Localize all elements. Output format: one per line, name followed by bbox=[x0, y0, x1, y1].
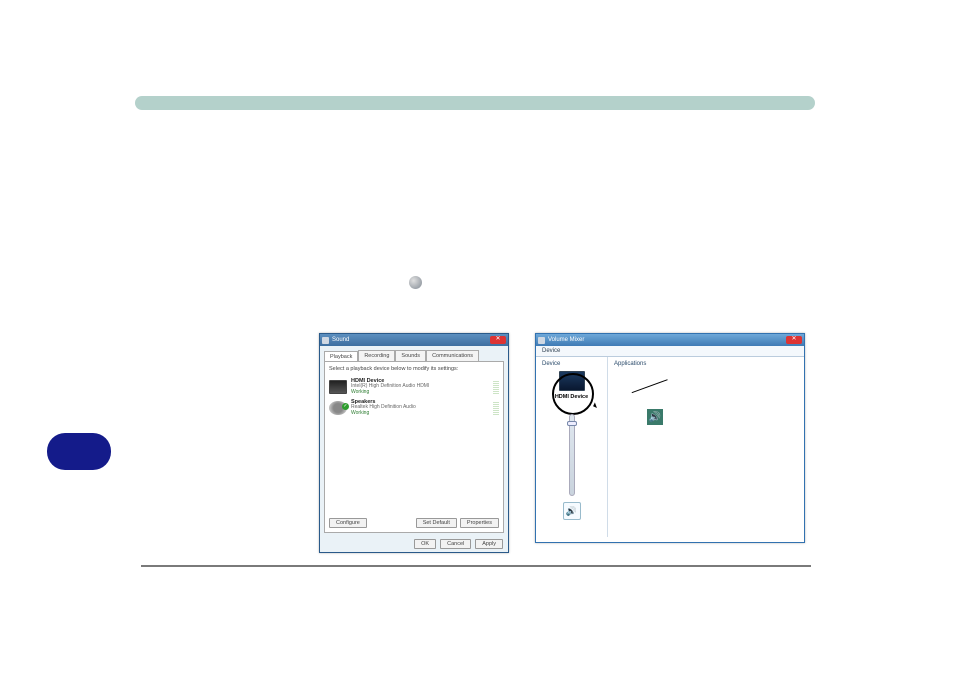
close-button[interactable]: ✕ bbox=[786, 336, 802, 344]
apply-button[interactable]: Apply bbox=[475, 539, 503, 549]
slider-thumb[interactable] bbox=[567, 421, 577, 426]
sound-dialog: Sound ✕ Playback Recording Sounds Commun… bbox=[319, 333, 509, 553]
level-meter bbox=[493, 401, 499, 415]
hdmi-device-label: HDMI Device bbox=[542, 394, 601, 400]
mixer-applications-column: Applications 🔊 bbox=[608, 357, 804, 537]
tab-communications[interactable]: Communications bbox=[426, 350, 479, 361]
device-mute-button[interactable]: 🔊 bbox=[563, 502, 581, 520]
configure-button[interactable]: Configure bbox=[329, 518, 367, 528]
page-marker-pill bbox=[47, 433, 111, 470]
tab-sounds[interactable]: Sounds bbox=[395, 350, 426, 361]
device-column-header: Device bbox=[542, 361, 601, 367]
horizontal-rule bbox=[141, 565, 811, 567]
mixer-window-icon bbox=[538, 337, 545, 344]
properties-button[interactable]: Properties bbox=[460, 518, 499, 528]
device-volume-slider[interactable] bbox=[569, 414, 575, 496]
volume-mixer-dialog: Volume Mixer ✕ Device Device HDMI Device… bbox=[535, 333, 805, 543]
sound-tabstrip: Playback Recording Sounds Communications bbox=[324, 350, 504, 361]
device-row[interactable]: ✓ HDMI Device Intel(R) High Definition A… bbox=[329, 376, 499, 397]
playback-instruction: Select a playback device below to modify… bbox=[329, 366, 499, 372]
level-meter bbox=[493, 380, 499, 394]
mixer-body: Device HDMI Device 🔊 Applications 🔊 bbox=[536, 357, 804, 537]
section-header-bar bbox=[135, 96, 815, 110]
mixer-titlebar[interactable]: Volume Mixer ✕ bbox=[536, 334, 804, 346]
info-globe-icon bbox=[409, 276, 422, 289]
mixer-menubar[interactable]: Device bbox=[536, 346, 804, 357]
applications-column-header: Applications bbox=[614, 361, 798, 367]
close-button[interactable]: ✕ bbox=[490, 336, 506, 344]
device-row[interactable]: Speakers Realtek High Definition Audio W… bbox=[329, 397, 499, 418]
hdmi-device-icon[interactable] bbox=[559, 371, 585, 391]
tab-recording[interactable]: Recording bbox=[358, 350, 395, 361]
dialog-footer-buttons: OK Cancel Apply bbox=[414, 539, 503, 549]
mixer-device-column: Device HDMI Device 🔊 bbox=[536, 357, 608, 537]
device-status: Working bbox=[351, 411, 416, 417]
monitor-icon bbox=[329, 380, 347, 394]
playback-device-list[interactable]: ✓ HDMI Device Intel(R) High Definition A… bbox=[329, 376, 499, 418]
ok-button[interactable]: OK bbox=[414, 539, 436, 549]
tabpage-footer: Configure Set Default Properties bbox=[329, 518, 499, 528]
default-check-icon: ✓ bbox=[342, 403, 349, 410]
sound-titlebar[interactable]: Sound ✕ bbox=[320, 334, 508, 346]
mixer-title: Volume Mixer bbox=[548, 337, 584, 343]
speaker-mute-icon: 🔊 bbox=[566, 506, 577, 517]
sound-title: Sound bbox=[332, 337, 349, 343]
set-default-button[interactable]: Set Default bbox=[416, 518, 457, 528]
sound-window-icon bbox=[322, 337, 329, 344]
playback-tabpage: Select a playback device below to modify… bbox=[324, 361, 504, 533]
application-sound-icon[interactable]: 🔊 bbox=[647, 409, 663, 425]
device-status: Working bbox=[351, 390, 429, 396]
cancel-button[interactable]: Cancel bbox=[440, 539, 471, 549]
